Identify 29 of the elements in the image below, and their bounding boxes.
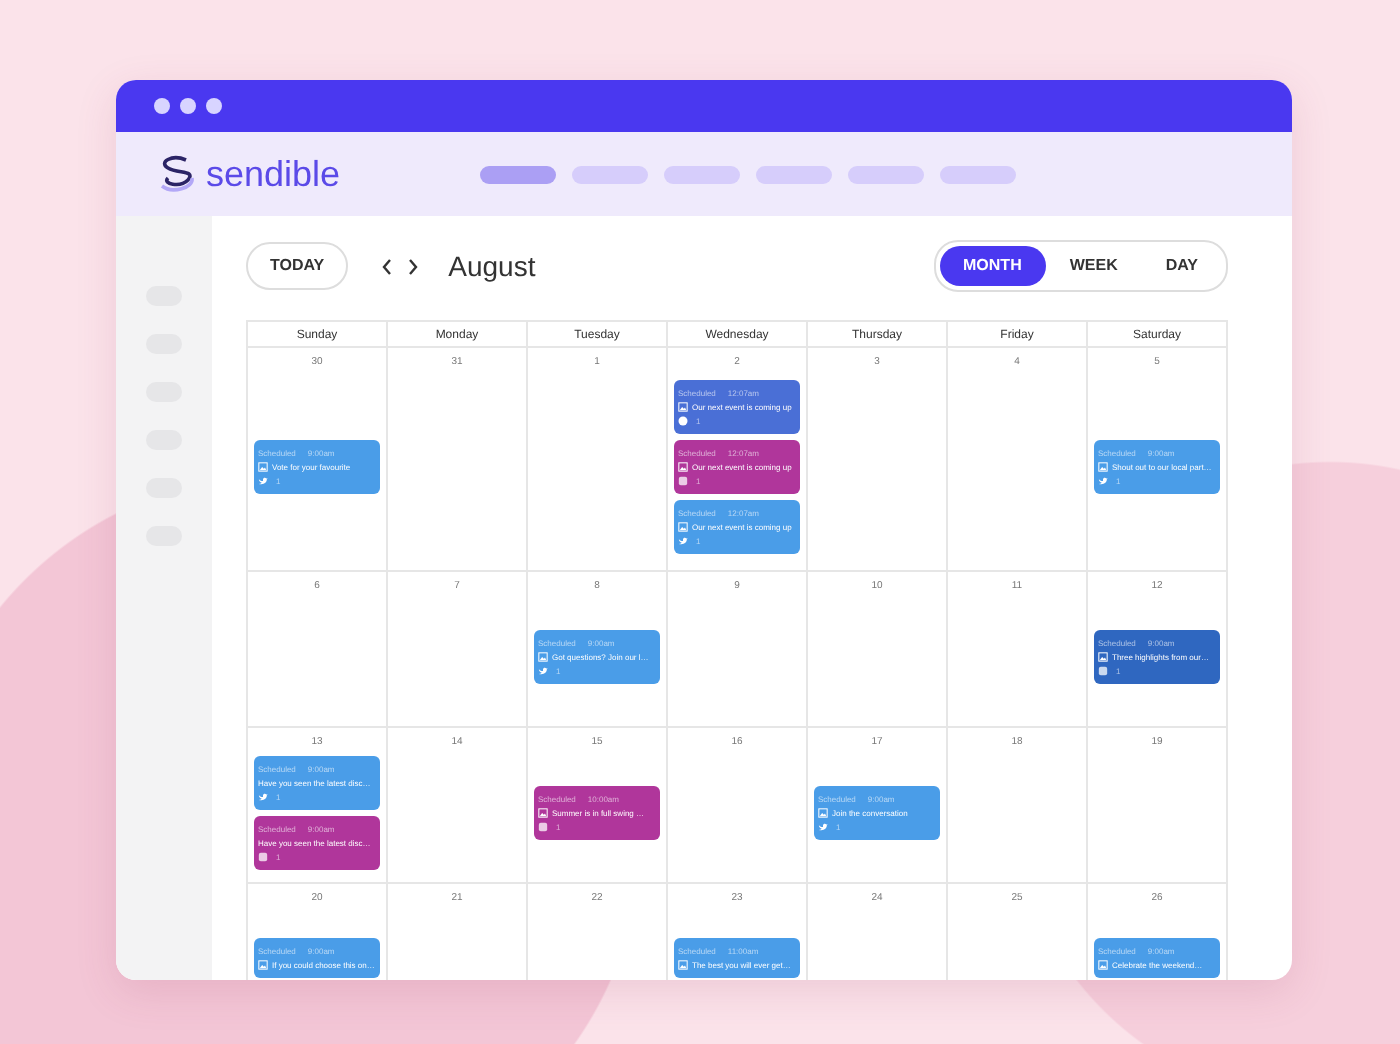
square-icon [538, 821, 548, 831]
bird-icon [258, 791, 268, 801]
nav-placeholder[interactable] [572, 165, 649, 183]
window-dot [180, 98, 196, 114]
window-dot [206, 98, 222, 114]
nav-placeholder[interactable] [664, 165, 741, 183]
today-button[interactable]: TODAY [246, 242, 349, 290]
square-icon [678, 475, 688, 485]
nav-placeholder[interactable] [848, 165, 925, 183]
nav-placeholder[interactable] [756, 165, 833, 183]
nav-placeholder[interactable] [940, 165, 1017, 183]
logo-text: sendible [206, 151, 341, 197]
view-tab[interactable]: MONTH [939, 246, 1046, 286]
square-icon [1098, 665, 1108, 675]
view-tab[interactable]: WEEK [1045, 246, 1142, 286]
circle-icon [678, 415, 688, 425]
logo-swirl-icon [156, 154, 200, 194]
bird-icon [538, 665, 548, 675]
bird-icon [1098, 475, 1108, 485]
chevron-left-icon[interactable] [380, 257, 395, 275]
nav-placeholder[interactable] [480, 165, 557, 183]
bird-icon [818, 821, 828, 831]
square-icon [258, 851, 268, 861]
chevron-right-icon[interactable] [406, 257, 421, 275]
bird-icon [678, 535, 688, 545]
month-title: August [448, 247, 536, 286]
window-dot [154, 98, 170, 114]
view-tab[interactable]: DAY [1141, 246, 1222, 286]
bird-icon [258, 475, 268, 485]
